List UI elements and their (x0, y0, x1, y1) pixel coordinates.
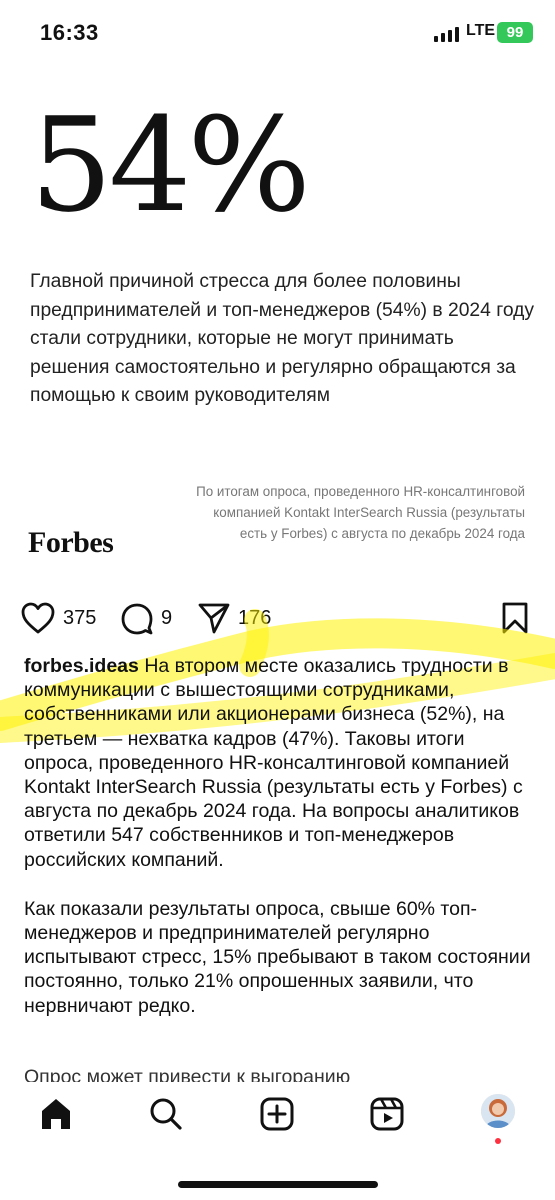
reels-icon (370, 1097, 404, 1131)
bookmark-icon (502, 602, 528, 634)
source-note: По итогам опроса, проведенного HR-консал… (196, 484, 525, 541)
like-button[interactable]: 375 (20, 598, 96, 638)
home-indicator (178, 1181, 378, 1188)
caption-username[interactable]: forbes.ideas (24, 655, 139, 677)
post-caption: forbes.ideas На втором месте оказались т… (24, 654, 539, 1018)
save-button[interactable] (501, 601, 529, 640)
post-actions: 375 9 176 (0, 598, 555, 642)
home-icon (42, 1099, 70, 1129)
comment-button[interactable]: 9 (120, 598, 172, 638)
create-icon (260, 1097, 294, 1131)
notification-dot (495, 1138, 501, 1144)
like-count: 375 (63, 606, 97, 629)
big-stat: 54% (30, 89, 311, 241)
forbes-logo: Forbes (28, 526, 114, 559)
battery-icon: 99 (497, 22, 533, 43)
post-headline: Главной причиной стресса для более полов… (30, 271, 535, 406)
caption-paragraph-2: Как показали результаты опроса, свыше 60… (24, 897, 531, 1017)
profile-avatar[interactable] (481, 1094, 515, 1128)
clock: 16:33 (40, 20, 99, 45)
signal-icon (434, 24, 464, 42)
tab-reels[interactable] (367, 1094, 407, 1134)
tab-create[interactable] (257, 1094, 297, 1134)
comment-count: 9 (161, 606, 173, 629)
caption-paragraph-3: Опрос может привести к выгоранию (24, 1066, 351, 1082)
caption-paragraph-1: На втором месте оказались трудности в ко… (24, 655, 523, 871)
network-type: LTE (466, 22, 496, 39)
status-bar: 16:33 LTE 99 (0, 0, 555, 66)
share-button[interactable]: 176 (197, 598, 271, 638)
share-icon (198, 603, 230, 634)
tab-search[interactable] (146, 1094, 186, 1134)
search-icon (150, 1098, 182, 1130)
share-count: 176 (238, 606, 272, 629)
heart-icon (21, 602, 55, 634)
tab-home[interactable] (36, 1094, 76, 1134)
comment-icon (121, 603, 153, 635)
